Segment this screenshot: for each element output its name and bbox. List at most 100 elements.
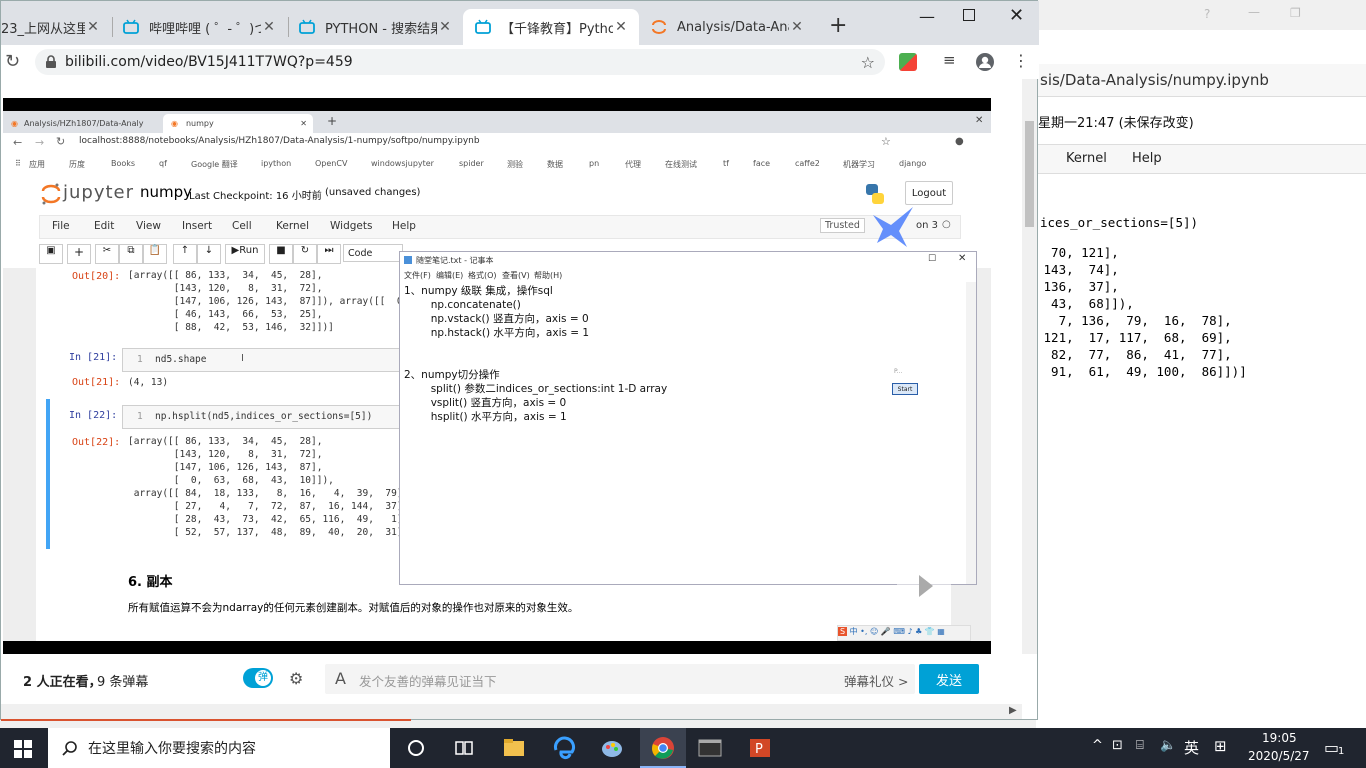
- jupyter-icon: ◉: [11, 119, 18, 128]
- tab-title: PYTHON - 搜索结果: [325, 21, 437, 37]
- in-prompt: In [21]:: [69, 352, 118, 363]
- network-icon[interactable]: ⊡: [1112, 738, 1123, 753]
- taskbar-search-box[interactable]: 在这里输入你要搜索的内容: [48, 728, 390, 768]
- bookmark-star-icon[interactable]: ☆: [861, 53, 875, 72]
- notification-center-icon[interactable]: ▭: [1324, 738, 1339, 757]
- code-line: 7, 136, 79, 16, 78],: [1036, 313, 1232, 328]
- close-tab-icon[interactable]: ✕: [85, 19, 101, 35]
- video-frame-screen: ◉ Analysis/HZh1807/Data-Analy ◉ numpy ✕ …: [3, 111, 991, 641]
- menu-kernel: Kernel: [276, 220, 309, 232]
- input-method-indicator[interactable]: 英: [1184, 737, 1199, 758]
- help-icon[interactable]: ?: [1204, 7, 1210, 21]
- notebook-name[interactable]: numpy: [140, 183, 192, 201]
- powerpoint-icon[interactable]: P: [748, 736, 772, 760]
- show-hidden-icons[interactable]: ^: [1092, 738, 1103, 753]
- browser-tab[interactable]: 23_上网从这里 ✕: [0, 9, 111, 45]
- forward-arrow-icon: →: [35, 136, 45, 149]
- start-button: Start: [892, 383, 918, 395]
- danmaku-etiquette-link[interactable]: 弹幕礼仪 >: [844, 671, 908, 690]
- close-tab-icon[interactable]: ✕: [437, 19, 453, 35]
- taskbar-active-app[interactable]: [640, 728, 686, 768]
- line-number: 1: [137, 411, 143, 422]
- browser-tab[interactable]: Analysis/Data-Anal ✕: [639, 9, 815, 45]
- danmaku-settings-icon[interactable]: ⚙: [289, 669, 303, 688]
- bookmark: 历度: [69, 160, 85, 169]
- copy-icon: ⧉: [119, 244, 143, 264]
- clock-date[interactable]: 2020/5/27: [1248, 749, 1310, 763]
- notepad-line: 1、numpy 级联 集成，操作sql: [404, 285, 553, 297]
- checkpoint-text: Last Checkpoint: 16 小时前: [189, 191, 322, 202]
- code-line: 91, 61, 49, 100, 86]])]: [1036, 364, 1247, 379]
- text-cursor-icon: I: [241, 353, 244, 364]
- bookmark: windowsjupyter: [371, 159, 434, 168]
- windows-start-icon[interactable]: [14, 740, 32, 758]
- video-player[interactable]: ◉ Analysis/HZh1807/Data-Analy ◉ numpy ✕ …: [3, 98, 991, 654]
- move-up-icon: ↑: [173, 244, 197, 264]
- tab-title: 【千锋教育】Python: [501, 21, 613, 37]
- paste-icon: 📋: [143, 244, 167, 264]
- notification-count: 1: [1338, 746, 1345, 757]
- keyboard-icon[interactable]: ⊞: [1214, 737, 1227, 755]
- minimize-icon[interactable]: —: [1248, 5, 1260, 19]
- notepad-title: 随堂笔记.txt - 记事本: [416, 255, 494, 265]
- profile-avatar-icon: ●: [955, 136, 964, 147]
- browser-tab[interactable]: 哔哩哔哩 ( ゜- ゜)つロ ✕: [111, 9, 287, 45]
- bookmark: caffe2: [795, 159, 820, 168]
- wifi-icon[interactable]: ⌸: [1136, 738, 1144, 753]
- clock-time[interactable]: 19:05: [1262, 731, 1297, 745]
- horizontal-scrollbar[interactable]: ▶: [1, 704, 1022, 719]
- stop-icon: ■: [269, 244, 293, 264]
- bookmark: 测验: [507, 160, 523, 169]
- danmaku-toggle[interactable]: 弹: [243, 668, 273, 688]
- reload-icon[interactable]: ↻: [5, 51, 20, 72]
- task-view-icon[interactable]: [452, 736, 476, 760]
- notepad-line: np.hstack() 水平方向，axis = 1: [404, 327, 590, 339]
- minimize-icon[interactable]: —: [919, 7, 935, 26]
- danmaku-input[interactable]: A 发个友善的弹幕见证当下 弹幕礼仪 >: [325, 664, 915, 694]
- close-icon[interactable]: ✕: [1009, 5, 1024, 26]
- cortana-icon[interactable]: [404, 736, 428, 760]
- output-line: [array([[ 86, 133, 34, 45, 28],: [128, 436, 323, 447]
- bilibili-tv-icon: [123, 19, 139, 34]
- background-menu-kernel[interactable]: Kernel: [1066, 151, 1107, 166]
- background-menu-help[interactable]: Help: [1132, 151, 1162, 166]
- file-explorer-icon[interactable]: [502, 736, 526, 760]
- scroll-right-icon[interactable]: ▶: [1009, 705, 1017, 716]
- browser-tab-active[interactable]: 【千锋教育】Python ✕: [463, 9, 639, 45]
- profile-avatar-icon[interactable]: [975, 52, 995, 72]
- notepad-menu-item: 格式(O): [468, 271, 497, 280]
- terminal-icon[interactable]: [698, 736, 722, 760]
- url-text: bilibili.com/video/BV15J411T7WQ?p=459: [65, 54, 353, 70]
- bookmark: spider: [459, 159, 484, 168]
- inner-tab-active: ◉ numpy ✕: [163, 114, 313, 133]
- close-tab-icon[interactable]: ✕: [261, 19, 277, 35]
- page-scrollbar[interactable]: [1022, 79, 1037, 704]
- more-menu-icon[interactable]: ⋮: [1013, 51, 1029, 70]
- close-tab-icon[interactable]: ✕: [789, 19, 805, 35]
- browser-tab[interactable]: PYTHON - 搜索结果 ✕: [287, 9, 463, 45]
- send-button[interactable]: 发送: [919, 664, 979, 694]
- new-tab-icon: +: [327, 114, 338, 128]
- bookmark: 代理: [625, 160, 641, 169]
- scrollbar-thumb[interactable]: [1025, 121, 1034, 227]
- cell-type-select: Code: [343, 244, 403, 262]
- paint-app-icon[interactable]: [600, 736, 624, 760]
- code-line: 43, 68]]),: [1036, 296, 1134, 311]
- menu-help: Help: [392, 220, 416, 232]
- volume-icon[interactable]: 🔈: [1160, 738, 1176, 753]
- code-line: ices_or_sections=[5]): [1040, 215, 1199, 230]
- restore-icon[interactable]: ❐: [1290, 6, 1301, 20]
- new-tab-button[interactable]: +: [829, 13, 847, 38]
- extension-icon[interactable]: [899, 53, 917, 71]
- maximize-icon[interactable]: [963, 9, 975, 21]
- add-cell-icon: +: [67, 244, 91, 264]
- logout-button: Logout: [905, 181, 953, 205]
- close-tab-icon[interactable]: ✕: [613, 19, 629, 35]
- media-control-icon[interactable]: ≡: [943, 51, 956, 69]
- address-bar[interactable]: bilibili.com/video/BV15J411T7WQ?p=459 ☆: [35, 49, 885, 75]
- bookmark: Books: [111, 159, 136, 168]
- code-cell-input: 1 nd5.shape I: [122, 348, 400, 372]
- bilibili-tv-icon: [299, 19, 315, 34]
- font-style-icon[interactable]: A: [335, 669, 346, 688]
- edge-browser-icon[interactable]: [552, 736, 576, 760]
